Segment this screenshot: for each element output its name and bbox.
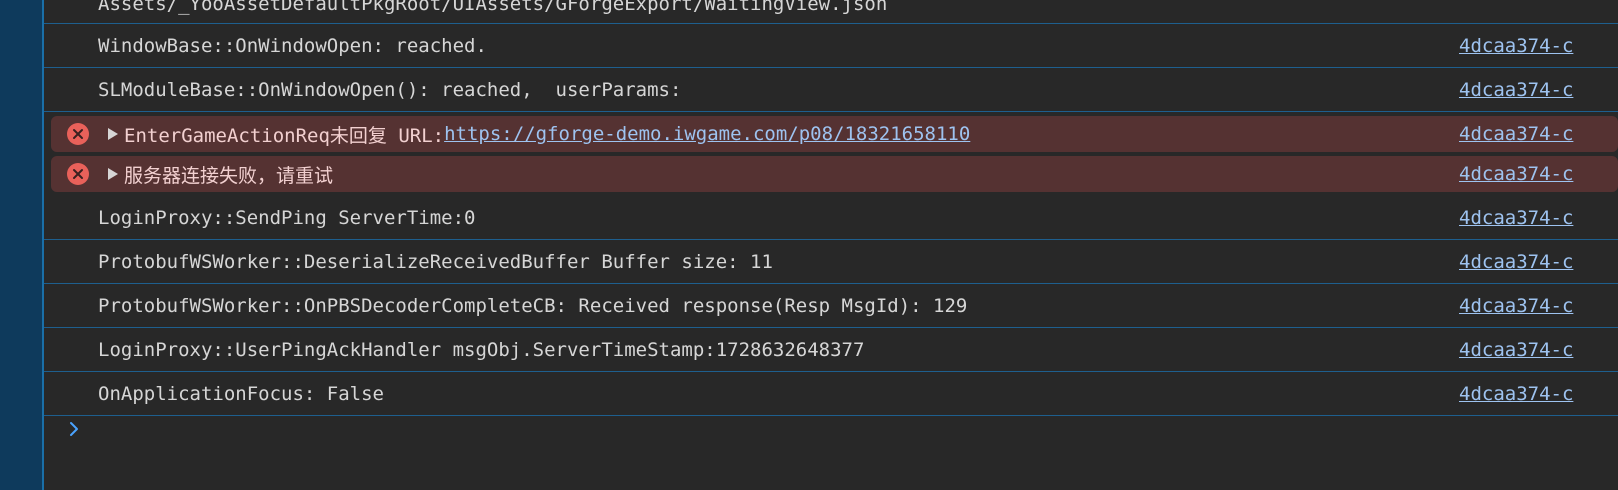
console-log-row: LoginProxy::UserPingAckHandler msgObj.Se… <box>44 328 1618 372</box>
log-source-link[interactable]: 4dcaa374-c <box>1459 328 1573 371</box>
log-message: LoginProxy::UserPingAckHandler msgObj.Se… <box>98 338 865 361</box>
console-log-row: ProtobufWSWorker::OnPBSDecoderCompleteCB… <box>44 284 1618 328</box>
log-message: Assets/_YooAssetDefaultPkgRoot/UIAssets/… <box>98 0 888 15</box>
log-source-link[interactable]: 4dcaa374-c <box>1459 116 1573 152</box>
log-message: SLModuleBase::OnWindowOpen(): reached, u… <box>98 78 682 101</box>
console-log-row: LoginProxy::SendPing ServerTime:0 4dcaa3… <box>44 196 1618 240</box>
console-log-row: SLModuleBase::OnWindowOpen(): reached, u… <box>44 68 1618 112</box>
chevron-right-prompt-icon[interactable] <box>64 418 86 440</box>
expand-triangle-icon[interactable] <box>108 168 118 180</box>
log-message: EnterGameActionReq未回复 URL: https://gforge… <box>104 116 970 152</box>
log-source-link[interactable]: 4dcaa374-c <box>1459 24 1573 67</box>
log-message: 服务器连接失败，请重试 <box>104 156 333 192</box>
console-log-row: Assets/_YooAssetDefaultPkgRoot/UIAssets/… <box>44 0 1618 24</box>
activity-sidebar <box>0 0 42 490</box>
log-source-link[interactable]: 4dcaa374-c <box>1459 68 1573 111</box>
error-circle-x-icon <box>67 123 89 145</box>
log-source-link[interactable]: 4dcaa374-c <box>1459 372 1573 415</box>
log-message: WindowBase::OnWindowOpen: reached. <box>98 34 487 57</box>
log-message: ProtobufWSWorker::DeserializeReceivedBuf… <box>98 250 773 273</box>
expand-triangle-icon[interactable] <box>108 128 118 140</box>
console-log-row: OnApplicationFocus: False 4dcaa374-c <box>44 372 1618 416</box>
log-source-link[interactable]: 4dcaa374-c <box>1459 284 1573 327</box>
error-message-text: EnterGameActionReq未回复 URL: <box>124 124 445 147</box>
console-error-row[interactable]: 服务器连接失败，请重试 4dcaa374-c <box>44 156 1618 192</box>
console-error-row[interactable]: EnterGameActionReq未回复 URL: https://gforge… <box>44 116 1618 152</box>
log-message: OnApplicationFocus: False <box>98 382 384 405</box>
log-source-link[interactable]: 4dcaa374-c <box>1459 196 1573 239</box>
error-url-link[interactable]: https://gforge-demo.iwgame.com/p08/18321… <box>444 123 970 145</box>
console-log-row: WindowBase::OnWindowOpen: reached. 4dcaa… <box>44 24 1618 68</box>
log-message: LoginProxy::SendPing ServerTime:0 <box>98 206 476 229</box>
error-circle-x-icon <box>67 163 89 185</box>
console-log-row: ProtobufWSWorker::DeserializeReceivedBuf… <box>44 240 1618 284</box>
console-panel: Assets/_YooAssetDefaultPkgRoot/UIAssets/… <box>44 0 1618 490</box>
log-source-link[interactable]: 4dcaa374-c <box>1459 156 1573 192</box>
error-message-text: 服务器连接失败，请重试 <box>124 164 334 187</box>
log-source-link[interactable]: 4dcaa374-c <box>1459 240 1573 283</box>
log-message: ProtobufWSWorker::OnPBSDecoderCompleteCB… <box>98 294 968 317</box>
